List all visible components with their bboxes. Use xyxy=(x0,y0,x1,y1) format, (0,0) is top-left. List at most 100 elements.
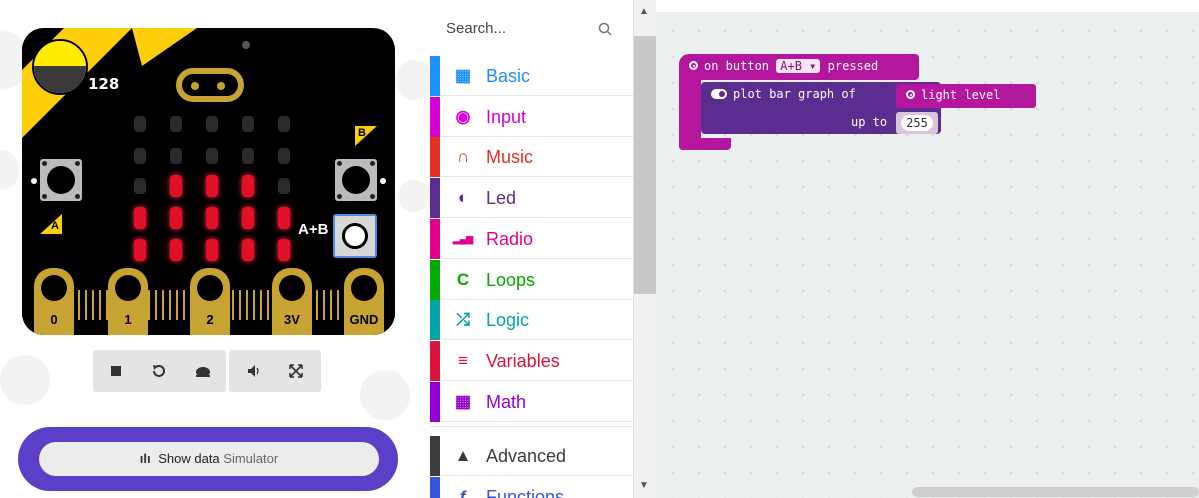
category-label: Music xyxy=(486,147,534,168)
background-decoration xyxy=(0,355,50,405)
category-variables[interactable]: ≡ Variables xyxy=(430,340,633,381)
led-off xyxy=(170,116,182,132)
led-on xyxy=(242,239,254,261)
event-block-footer xyxy=(679,138,731,150)
event-prefix: on button xyxy=(704,59,770,73)
edge-strip xyxy=(316,290,318,320)
led-on xyxy=(170,175,182,197)
scroll-down-arrow-icon[interactable]: ▼ xyxy=(639,480,649,491)
edge-strip xyxy=(232,290,234,320)
microbit-board: 128 A B A+B 0 1 2 3V GND xyxy=(22,28,395,335)
led-off xyxy=(134,178,146,194)
category-color-bar xyxy=(430,218,440,259)
category-color-bar xyxy=(430,477,440,498)
category-basic[interactable]: ▦ Basic xyxy=(430,56,633,96)
led-on xyxy=(206,207,218,229)
simulator-extra-group xyxy=(229,350,321,392)
category-functions[interactable]: ƒ Functions xyxy=(430,477,633,498)
slow-mo-icon[interactable] xyxy=(194,362,212,380)
restart-icon[interactable] xyxy=(150,362,168,380)
edge-strip xyxy=(85,290,87,320)
edge-strip xyxy=(155,290,157,320)
category-label: Logic xyxy=(486,310,530,331)
category-color-bar xyxy=(430,340,440,381)
led-off xyxy=(206,148,218,164)
toolbox-scrollbar[interactable]: ▲ ▼ xyxy=(634,0,656,498)
led-off xyxy=(134,148,146,164)
up-to-value[interactable]: 255 xyxy=(901,115,933,131)
category-led[interactable]: ◐ Led xyxy=(430,178,633,219)
category-label: Radio xyxy=(486,228,534,249)
led-off xyxy=(170,148,182,164)
category-loops[interactable]: C Loops xyxy=(430,259,633,300)
pin-label: 3V xyxy=(284,312,300,327)
category-radio[interactable]: ▂▄▆ Radio xyxy=(430,218,633,259)
category-color-bar xyxy=(430,436,440,477)
category-label: Advanced xyxy=(486,446,567,467)
edge-strip xyxy=(330,290,332,320)
pin-3v[interactable]: 3V xyxy=(272,268,312,335)
stop-icon[interactable] xyxy=(107,362,125,380)
side-pin-dot xyxy=(380,178,386,184)
led-on xyxy=(242,207,254,229)
scroll-up-arrow-icon[interactable]: ▲ xyxy=(639,6,649,17)
edge-strip xyxy=(78,290,80,320)
edge-strip xyxy=(162,290,164,320)
signal-icon: ▂▄▆ xyxy=(452,233,474,244)
edge-strip xyxy=(169,290,171,320)
fullscreen-icon[interactable] xyxy=(287,362,305,380)
led-on xyxy=(206,175,218,197)
button-b[interactable] xyxy=(335,159,377,201)
category-advanced[interactable]: ▲ Advanced xyxy=(430,436,633,477)
plot-block-label: plot bar graph of xyxy=(733,87,856,101)
pin-label: 2 xyxy=(206,312,214,327)
background-decoration xyxy=(398,180,430,212)
button-a-label: A xyxy=(51,220,59,232)
category-color-bar xyxy=(430,137,440,178)
input-category-icon xyxy=(906,90,915,99)
toolbox-scrollbar-thumb[interactable] xyxy=(634,36,656,294)
category-label: Basic xyxy=(486,66,531,86)
edge-strip xyxy=(337,290,339,320)
button-ab[interactable] xyxy=(333,214,377,258)
light-level-block[interactable]: light level xyxy=(896,84,1036,108)
edge-strip xyxy=(260,290,262,320)
function-icon: ƒ xyxy=(458,487,468,498)
category-music[interactable]: ∩ Music xyxy=(430,137,633,178)
background-decoration xyxy=(395,60,430,100)
category-math[interactable]: ▦ Math xyxy=(430,381,633,422)
pin-2[interactable]: 2 xyxy=(190,268,230,335)
event-block-header: on button A+B ▾ pressed xyxy=(679,54,919,80)
category-logic[interactable]: ⤮ Logic xyxy=(430,300,633,341)
up-to-label: up to xyxy=(851,115,888,129)
toolbox: ▦ Basic ◉ Input ∩ Music ◐ Led ▂▄▆ Radio C Loops ⤮ Log… xyxy=(430,0,634,498)
mute-icon[interactable] xyxy=(245,362,263,380)
category-label: Math xyxy=(486,391,527,412)
search-input[interactable] xyxy=(446,20,586,37)
light-level-meter[interactable] xyxy=(32,39,88,95)
background-decoration xyxy=(360,370,410,420)
radio-button-icon: ◉ xyxy=(455,106,471,126)
category-label: Input xyxy=(486,106,527,127)
edge-strip xyxy=(183,290,185,320)
pin-1[interactable]: 1 xyxy=(108,268,148,335)
led-on xyxy=(206,239,218,261)
show-data-button[interactable]: ılı Show data Simulator xyxy=(39,442,379,476)
category-color-bar xyxy=(430,259,440,300)
chevron-up-icon: ▲ xyxy=(454,446,472,466)
button-a[interactable] xyxy=(40,159,82,201)
category-input[interactable]: ◉ Input xyxy=(430,96,633,137)
workspace-horizontal-scrollbar[interactable] xyxy=(912,487,1199,497)
makecode-editor: 128 A B A+B 0 1 2 3V GND ılı Show data S… xyxy=(0,0,1199,498)
led-off xyxy=(134,116,146,132)
pin-label: 0 xyxy=(50,312,58,327)
pin-0[interactable]: 0 xyxy=(34,268,74,335)
search-icon[interactable] xyxy=(598,22,612,36)
button-dropdown[interactable]: A+B ▾ xyxy=(776,59,821,73)
category-label: Variables xyxy=(486,350,560,371)
pin-gnd[interactable]: GND xyxy=(344,268,384,335)
blocks-workspace[interactable]: on button A+B ▾ pressed plot bar graph o… xyxy=(656,12,1199,498)
button-ab-label: A+B xyxy=(298,221,329,238)
led-on xyxy=(170,207,182,229)
microbit-logo[interactable] xyxy=(176,68,244,102)
